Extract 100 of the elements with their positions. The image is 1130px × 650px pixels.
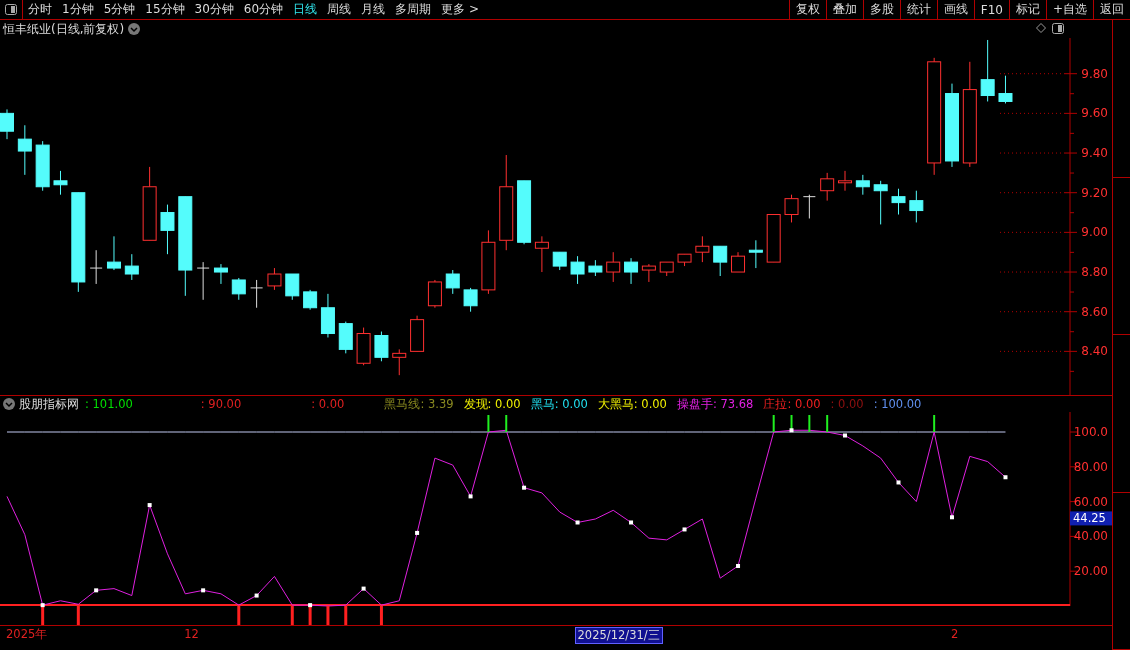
price-axis-label: 9.20 [1081, 185, 1108, 200]
candlestick [891, 188, 906, 215]
signal-bar [237, 606, 241, 625]
price-axis-label: 9.80 [1081, 66, 1108, 81]
candlestick [641, 263, 656, 283]
signal-bar [772, 414, 775, 433]
legend-value: 发现: 0.00 [463, 396, 521, 412]
period-tab[interactable]: 60分钟 [238, 0, 289, 19]
legend-value: 操盘手: 73.68 [676, 396, 754, 412]
candlestick [338, 321, 353, 354]
period-tab[interactable]: 周线 [322, 0, 357, 19]
signal-bar [344, 606, 348, 625]
date-label: 2025年 [5, 627, 49, 642]
point-marker [522, 485, 527, 490]
signal-bar [487, 414, 490, 433]
period-tab[interactable]: 日线 [288, 0, 323, 19]
candlestick [356, 327, 371, 366]
price-axis-label: 9.40 [1081, 146, 1108, 161]
candlestick [748, 239, 763, 269]
candlestick [731, 251, 746, 273]
price-axis-label: 8.40 [1081, 344, 1108, 359]
legend-value: : 100.00 [873, 397, 922, 411]
candlestick [855, 174, 870, 196]
diamond-icon[interactable] [1036, 23, 1046, 33]
signal-bar [505, 414, 508, 433]
candlestick [35, 140, 50, 192]
price-axis-label: 9.60 [1081, 106, 1108, 121]
legend-value: 黑马: 0.00 [530, 396, 588, 412]
point-marker [94, 588, 99, 593]
signal-bar [933, 414, 936, 433]
candlestick [873, 180, 888, 225]
legend-value: : 101.00 [85, 397, 133, 411]
candlestick [267, 267, 282, 291]
indicator-axis-label: 80.00 [1073, 459, 1108, 474]
panel-toggle-icon[interactable] [1052, 23, 1064, 34]
candlestick [481, 229, 496, 295]
point-marker [468, 494, 473, 499]
signal-bar [41, 606, 45, 625]
candlestick [659, 261, 674, 277]
period-tab[interactable]: 15分钟 [140, 0, 190, 19]
candlestick [374, 331, 389, 362]
point-marker [40, 603, 45, 608]
indicator-axis-label: 40.00 [1073, 529, 1108, 544]
signal-bar [308, 606, 312, 625]
period-tab[interactable]: 分时 [23, 0, 57, 19]
candlestick [677, 253, 692, 267]
candlestick [303, 289, 318, 311]
point-marker [896, 480, 901, 485]
indicator-axis-label: 60.00 [1073, 494, 1108, 509]
candlestick [124, 253, 139, 281]
candlestick [392, 348, 407, 376]
point-marker [682, 527, 687, 532]
dropdown-icon[interactable] [3, 398, 15, 410]
point-marker [629, 520, 634, 525]
candlestick [213, 263, 228, 285]
signal-bar [326, 606, 330, 625]
candlestick [606, 251, 621, 283]
date-label: 12 [183, 627, 200, 641]
candlestick [196, 261, 210, 301]
indicator-axis-label: 20.00 [1073, 564, 1108, 579]
period-tab[interactable]: 多周期 [390, 0, 437, 19]
period-tab[interactable]: 30分钟 [189, 0, 239, 19]
date-label: 2 [950, 627, 960, 641]
stock-title: 恒丰纸业(日线,前复权) [3, 20, 125, 38]
candlestick [713, 245, 728, 277]
signal-bar [808, 414, 811, 433]
period-tab[interactable]: 更多 > [436, 0, 484, 19]
indicator-axis-label: 100.0 [1073, 425, 1108, 439]
point-marker [950, 515, 954, 520]
signal-bar [290, 606, 294, 625]
legend-value: 大黑马: 0.00 [597, 396, 667, 412]
candlestick [820, 172, 835, 202]
candlestick [427, 279, 442, 309]
signal-bar [76, 606, 80, 625]
candlestick [909, 190, 924, 223]
period-tab[interactable]: 月线 [356, 0, 391, 19]
candlestick [998, 75, 1013, 104]
legend-value: : 0.00 [311, 397, 345, 411]
candlestick [570, 255, 585, 285]
signal-bar [379, 606, 383, 625]
panel-toggle-icon[interactable] [5, 4, 17, 15]
period-tab[interactable]: 5分钟 [98, 0, 141, 19]
candlestick [231, 277, 246, 301]
period-tab[interactable]: 1分钟 [57, 0, 99, 19]
candlestick [534, 235, 549, 273]
legend-value: : 0.00 [830, 397, 864, 411]
legend-value: : 90.00 [200, 397, 242, 411]
dropdown-icon[interactable] [128, 23, 141, 35]
point-marker [575, 520, 580, 525]
candlestick [784, 194, 799, 223]
point-marker [361, 586, 366, 591]
candlestick [463, 287, 478, 313]
point-marker [1003, 475, 1008, 480]
legend-value: 黑马线: 3.39 [384, 396, 454, 412]
indicator-name: 股朋指标网 [19, 396, 79, 412]
current-value-tag: 44.25 [1070, 511, 1112, 526]
candlestick [624, 257, 639, 285]
candlestick [250, 279, 264, 309]
price-axis-label: 8.60 [1081, 304, 1108, 319]
candlestick [107, 235, 121, 271]
